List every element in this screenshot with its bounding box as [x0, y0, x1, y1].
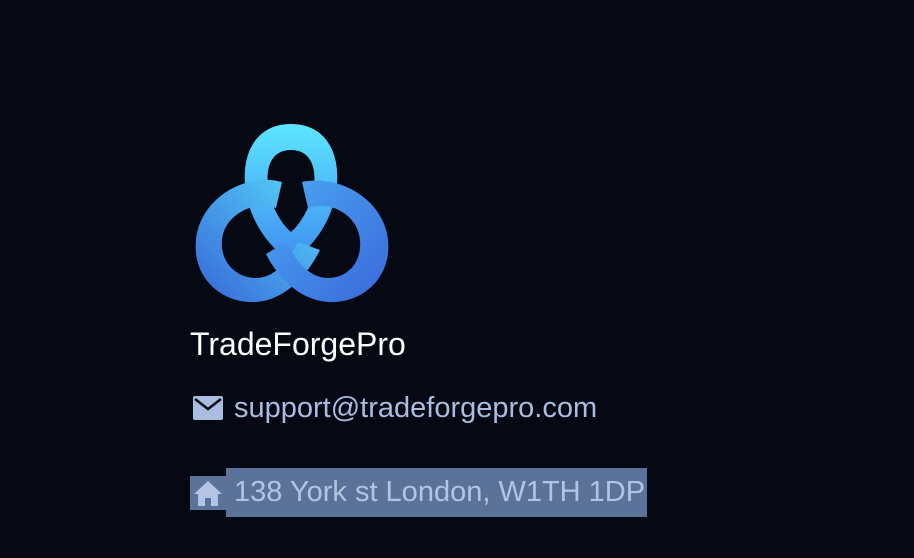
email-link[interactable]: support@tradeforgepro.com: [234, 388, 597, 428]
address-text: 138 York st London, W1TH 1DP: [226, 468, 648, 517]
mail-icon: [190, 390, 226, 426]
address-row: 138 York st London, W1TH 1DP: [190, 468, 648, 517]
email-row[interactable]: support@tradeforgepro.com: [190, 388, 647, 428]
trefoil-knot-logo-icon: [195, 124, 389, 303]
footer-brand-block: TradeForgePro support@tradeforgepro.com …: [190, 112, 648, 517]
home-icon: [190, 475, 226, 510]
page: TradeForgePro support@tradeforgepro.com …: [0, 0, 914, 558]
brand-name: TradeForgePro: [190, 326, 406, 362]
